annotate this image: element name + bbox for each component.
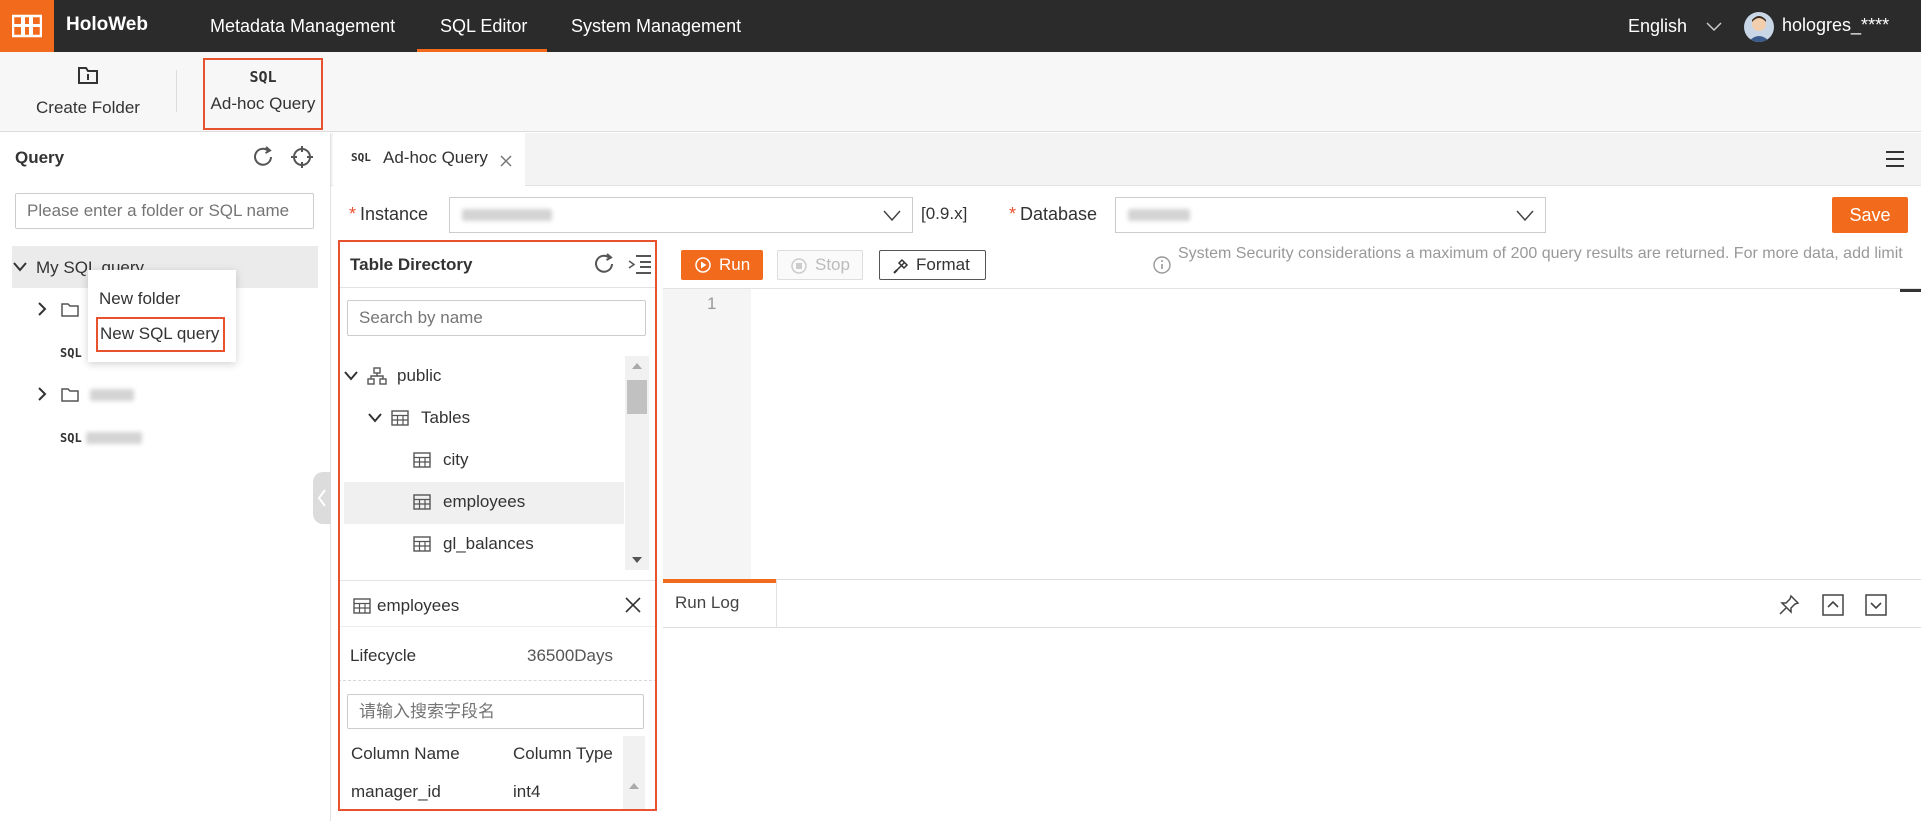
chevron-left-icon	[317, 489, 326, 507]
folder-icon	[61, 303, 79, 317]
query-limit-notice: System Security considerations a maximum…	[1178, 245, 1903, 262]
format-brush-icon	[893, 258, 909, 274]
minimize-down-icon[interactable]	[1865, 594, 1887, 616]
chevron-down-icon	[1706, 22, 1722, 32]
tab-run-log[interactable]: Run Log	[675, 593, 739, 613]
user-avatar-icon	[1748, 16, 1770, 42]
language-selector[interactable]: English	[1628, 16, 1722, 37]
nav-metadata-management[interactable]: Metadata Management	[210, 16, 395, 37]
chevron-down-icon	[883, 210, 901, 222]
query-sidebar	[0, 133, 331, 821]
directory-highlight	[338, 240, 657, 811]
create-folder-label: Create Folder	[36, 98, 140, 117]
sidebar-collapse-handle[interactable]	[313, 472, 331, 524]
logo-icon	[12, 14, 42, 38]
refresh-icon[interactable]	[250, 144, 276, 170]
menu-new-folder[interactable]: New folder	[99, 289, 180, 309]
adhoc-query-button[interactable]: SQL Ad-hoc Query	[203, 58, 323, 130]
stop-button[interactable]: Stop	[777, 250, 863, 280]
sql-file-icon: SQL	[60, 346, 82, 360]
language-label: English	[1628, 16, 1688, 36]
run-log-content	[663, 629, 1921, 821]
redacted-folder-name[interactable]	[90, 389, 134, 401]
menu-icon[interactable]	[1885, 149, 1905, 169]
nav-system-management[interactable]: System Management	[571, 16, 741, 37]
menu-new-sql-query[interactable]: New SQL query	[96, 317, 225, 352]
redacted-instance-value	[462, 209, 552, 221]
tab-divider	[776, 579, 777, 628]
run-log-bar	[663, 579, 1921, 628]
format-label: Format	[916, 255, 970, 274]
chevron-down-icon	[1516, 210, 1534, 222]
stop-icon	[791, 258, 807, 274]
editor-tab-bar	[331, 133, 1921, 186]
adhoc-query-label: Ad-hoc Query	[210, 94, 316, 113]
maximize-up-icon[interactable]	[1822, 594, 1844, 616]
sql-icon: SQL	[351, 151, 371, 164]
editor-scroll-marker	[1900, 289, 1921, 292]
chevron-right-icon[interactable]	[37, 302, 47, 316]
run-log-active-indicator	[663, 579, 776, 583]
avatar[interactable]	[1744, 12, 1774, 42]
database-select[interactable]	[1115, 197, 1546, 233]
stop-label: Stop	[815, 255, 850, 274]
line-number: 1	[707, 294, 717, 313]
sql-icon: SQL	[249, 68, 277, 86]
create-folder-button[interactable]: Create Folder	[30, 62, 146, 118]
play-icon	[695, 257, 711, 273]
folder-add-icon	[78, 67, 98, 84]
locate-icon[interactable]	[289, 144, 315, 170]
holoweb-logo[interactable]	[0, 0, 54, 52]
tab-label: Ad-hoc Query	[383, 148, 488, 167]
run-button[interactable]: Run	[681, 250, 763, 280]
nav-sql-editor[interactable]: SQL Editor	[440, 16, 527, 37]
instance-label: * Instance	[349, 204, 429, 224]
sidebar-search-input[interactable]	[15, 193, 314, 229]
info-icon	[1153, 256, 1171, 274]
chevron-right-icon[interactable]	[37, 387, 47, 401]
brand-name: HoloWeb	[66, 14, 148, 35]
toolbar-divider	[176, 70, 177, 112]
database-label: * Database	[1009, 204, 1098, 224]
close-icon[interactable]	[500, 155, 512, 167]
save-button[interactable]: Save	[1832, 197, 1908, 233]
chevron-down-icon[interactable]	[13, 262, 27, 272]
instance-version: [0.9.x]	[921, 204, 968, 223]
user-name[interactable]: hologres_****	[1782, 15, 1889, 36]
format-button[interactable]: Format	[879, 250, 986, 280]
redacted-sql-name[interactable]	[86, 432, 142, 444]
redacted-database-value	[1128, 209, 1190, 221]
run-label: Run	[719, 255, 751, 274]
sidebar-title: Query	[15, 148, 65, 167]
instance-select[interactable]	[449, 197, 913, 233]
folder-icon	[61, 388, 79, 402]
sql-file-icon: SQL	[60, 431, 82, 445]
pin-icon[interactable]	[1778, 594, 1800, 616]
tab-adhoc-query[interactable]: SQL Ad-hoc Query	[333, 133, 525, 187]
sql-editor-area[interactable]	[752, 289, 1898, 579]
editor-gutter	[663, 289, 751, 579]
